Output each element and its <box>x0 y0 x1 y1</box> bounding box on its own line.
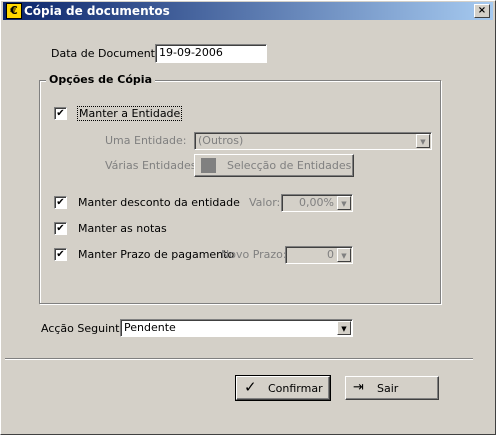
copy-options-title: Opções de Cópia <box>46 73 156 86</box>
multiple-entities-label: Várias Entidades: <box>105 159 201 172</box>
divider <box>5 358 473 360</box>
discount-value-field: 0,00% ▼ <box>281 194 353 212</box>
entities-icon <box>201 158 216 173</box>
confirm-label: Confirmar <box>268 382 323 395</box>
keep-discount-label[interactable]: Manter desconto da entidade <box>78 196 240 209</box>
chevron-down-icon: ▼ <box>416 134 430 148</box>
next-action-select[interactable]: Pendente ▼ <box>120 319 353 337</box>
doc-date-field[interactable]: 19-09-2006 <box>155 44 267 63</box>
new-term-field: 0 ▼ <box>285 246 353 264</box>
next-action-value: Pendente <box>124 321 176 334</box>
keep-payment-term-label[interactable]: Manter Prazo de pagamento <box>78 248 234 261</box>
exit-icon: ⇥ <box>353 380 364 395</box>
confirm-button[interactable]: ✓ Confirmar <box>235 375 331 401</box>
new-term-value: 0 <box>327 248 334 261</box>
single-entity-select: (Outros) ▼ <box>194 132 432 150</box>
new-term-label: Novo Prazo: <box>221 248 287 261</box>
next-action-label: Acção Seguinte: <box>41 322 130 335</box>
chevron-down-icon[interactable]: ▼ <box>337 321 351 335</box>
single-entity-value: (Outros) <box>198 134 244 147</box>
title-bar[interactable]: € Cópia de documentos × <box>3 2 493 20</box>
keep-payment-term-checkbox[interactable]: ✔ <box>54 248 67 261</box>
chevron-down-icon: ▼ <box>337 248 351 262</box>
euro-icon: € <box>6 3 22 19</box>
exit-label: Sair <box>377 382 399 395</box>
keep-entity-checkbox[interactable]: ✔ <box>54 107 67 120</box>
keep-notes-label[interactable]: Manter as notas <box>78 222 167 235</box>
select-entities-label: Selecção de Entidades <box>227 159 352 172</box>
close-button[interactable]: × <box>474 4 490 18</box>
dialog-window: € Cópia de documentos × Data de Document… <box>0 0 496 435</box>
keep-entity-label[interactable]: Manter a Entidade <box>76 106 183 121</box>
keep-discount-checkbox[interactable]: ✔ <box>54 196 67 209</box>
select-entities-button: Selecção de Entidades <box>194 154 354 177</box>
discount-value-label: Valor: <box>249 196 281 209</box>
discount-value: 0,00% <box>299 196 334 209</box>
checkmark-icon: ✓ <box>244 378 257 396</box>
single-entity-label: Uma Entidade: <box>105 134 187 147</box>
chevron-down-icon: ▼ <box>337 196 351 210</box>
keep-notes-checkbox[interactable]: ✔ <box>54 222 67 235</box>
window-title: Cópia de documentos <box>24 4 170 18</box>
exit-button[interactable]: ⇥ Sair <box>345 376 439 400</box>
doc-date-label: Data de Documento: <box>51 47 166 60</box>
